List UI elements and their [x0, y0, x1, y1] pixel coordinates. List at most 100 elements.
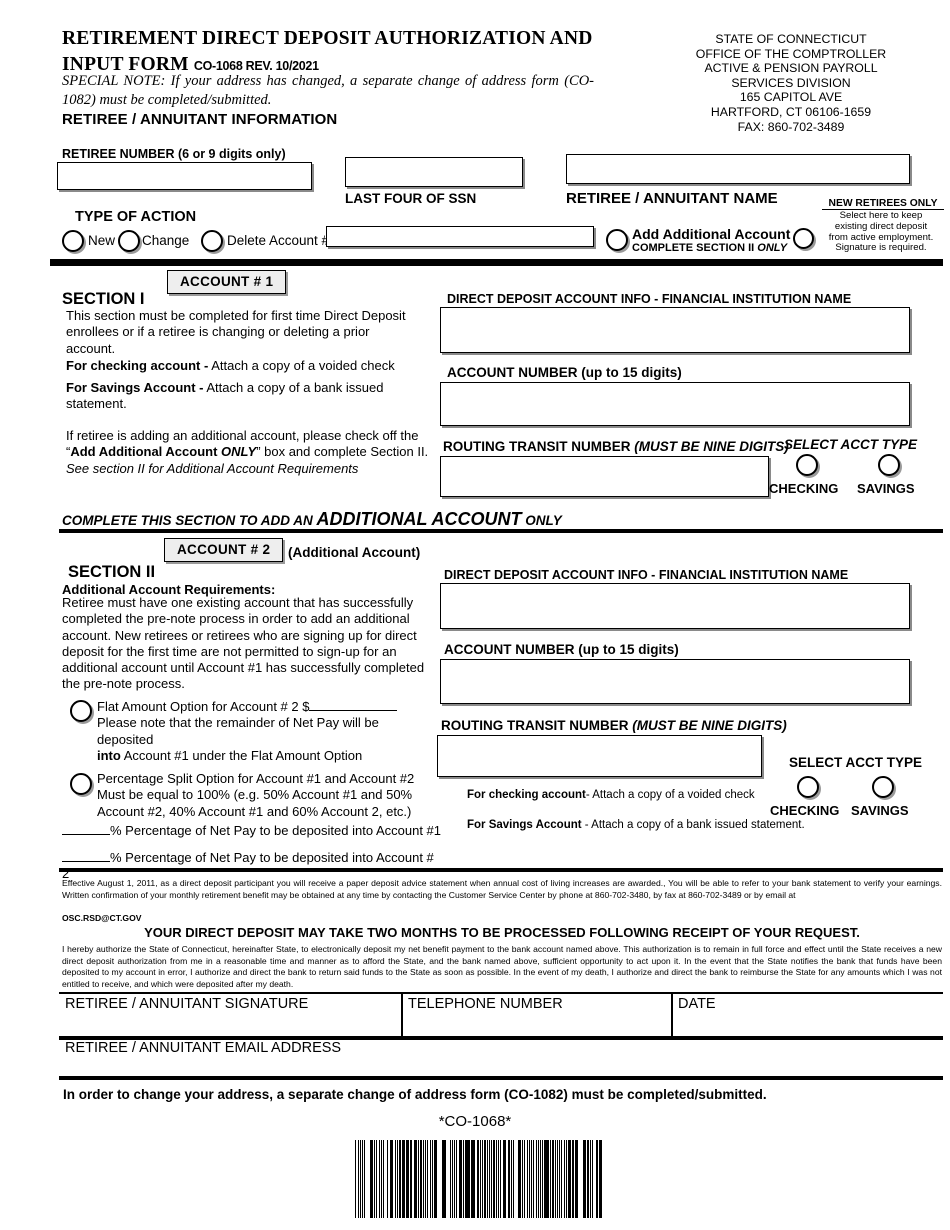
section-2-bank-name-input[interactable] [440, 583, 910, 629]
section-2-select-acct-type-label: SELECT ACCT TYPE [789, 755, 923, 770]
section-2-account-number-label: ACCOUNT NUMBER (up to 15 digits) [444, 642, 679, 657]
complete-section-ii-only: ONLY [757, 242, 788, 254]
percent-account-1-input[interactable] [62, 822, 110, 835]
section-1-p2-bold: Add Additional Account [70, 444, 222, 460]
section-1-routing-input[interactable] [440, 456, 769, 497]
flat-amount-option-radio[interactable] [70, 700, 92, 722]
new-retirees-only-text: Select here to keep existing direct depo… [812, 210, 950, 254]
effective-notice: Effective August 1, 2011, as a direct de… [62, 878, 942, 900]
section-2-savings-note: For Savings Account - Attach a copy of a… [467, 819, 805, 831]
action-label-change: Change [142, 233, 190, 248]
address-change-notice: In order to change your address, a separ… [63, 1087, 767, 1102]
section-1-checking-bold: For checking account - [66, 358, 209, 373]
divider-address-notice [59, 1076, 943, 1080]
new-retirees-line: existing direct deposit [834, 220, 928, 232]
action-radio-delete[interactable] [201, 230, 223, 252]
retiree-name-label: RETIREE / ANNUITANT NAME [566, 190, 778, 207]
percent-account-2-input[interactable] [62, 849, 110, 862]
section-2-checking-note: For checking account- Attach a copy of a… [467, 789, 755, 801]
percentage-split-line3: Account #2, 40% Account #1 and 60% Accou… [97, 803, 412, 819]
form-number: CO-1068 REV. 10/2021 [193, 59, 319, 73]
percentage-split-option-radio[interactable] [70, 773, 92, 795]
section-2-savings-bold: For Savings Account [467, 819, 582, 831]
section-1-routing-italic: (MUST BE NINE DIGITS) [634, 439, 789, 454]
new-retirees-only-radio[interactable] [793, 228, 814, 249]
retiree-name-input[interactable] [566, 154, 910, 184]
agency-address-line: STATE OF CONNECTICUT [715, 32, 867, 46]
section-1-paragraph-1: This section must be completed for first… [66, 308, 406, 356]
section-1-paragraph-2: If retiree is adding an additional accou… [66, 428, 438, 477]
percent-account-2-label: % Percentage of Net Pay to be deposited … [62, 850, 434, 882]
barcode-image [355, 1140, 603, 1218]
section-2-requirements-text: Retiree must have one existing account t… [62, 595, 425, 692]
agency-address-line: 165 CAPITOL AVE [739, 90, 843, 105]
section-1-savings-note: For Savings Account - Attach a copy of a… [66, 380, 426, 413]
section-1-bank-name-input[interactable] [440, 307, 910, 353]
section-2-routing-bold: ROUTING TRANSIT NUMBER [441, 718, 633, 733]
account-1-tag: ACCOUNT # 1 [167, 270, 287, 294]
agency-address-line: OFFICE OF THE COMPTROLLER [695, 46, 887, 61]
signature-input[interactable] [65, 1014, 395, 1036]
last-four-ssn-input[interactable] [345, 157, 523, 187]
section-2-savings-radio[interactable] [872, 776, 894, 798]
add-additional-account-radio[interactable] [606, 229, 628, 251]
section-1-p2-italic: See section II for Additional Account Re… [66, 460, 359, 476]
section-1-checking-radio[interactable] [796, 454, 818, 476]
section-2-bank-name-label: DIRECT DEPOSIT ACCOUNT INFO - FINANCIAL … [444, 568, 849, 582]
retiree-information-heading: RETIREE / ANNUITANT INFORMATION [62, 111, 338, 128]
flat-amount-line3-rest: Account #1 under the Flat Amount Option [120, 747, 363, 763]
telephone-label: TELEPHONE NUMBER [408, 996, 563, 1012]
add-additional-account-label: Add Additional Account [632, 226, 791, 242]
section-1-savings-label: SAVINGS [857, 481, 915, 496]
new-retirees-only-heading: NEW RETIREES ONLY [822, 198, 944, 210]
special-note: SPECIAL NOTE: If your address has change… [62, 73, 594, 108]
section-2-routing-input[interactable] [437, 735, 762, 777]
additional-account-note: (Additional Account) [288, 545, 421, 560]
section-1-p2-part2: ” box and complete Section II. [256, 444, 429, 460]
complete-section-ii-text: COMPLETE SECTION II [632, 242, 755, 254]
agency-address-line: ACTIVE & PENSION PAYROLL [704, 61, 878, 76]
section-1-p2-only: ONLY [221, 444, 257, 460]
section-1-heading: SECTION I [62, 290, 145, 308]
percent-account-1-label: % Percentage of Net Pay to be deposited … [110, 823, 441, 838]
additional-account-divider-text: COMPLETE THIS SECTION TO ADD AN ADDITION… [62, 509, 562, 530]
section-1-select-acct-type-label: SELECT ACCT TYPE [784, 437, 918, 452]
percentage-split-line2: Must be equal to 100% (e.g. 50% Account … [97, 787, 413, 803]
section-2-checking-radio[interactable] [797, 776, 819, 798]
telephone-input[interactable] [408, 1014, 658, 1036]
add-additional-account-sublabel: COMPLETE SECTION II ONLY [632, 242, 787, 254]
section-1-checking-rest: Attach a copy of a voided check [208, 358, 395, 373]
retiree-number-label: RETIREE NUMBER (6 or 9 digits only) [62, 147, 286, 161]
section-2-routing-label: ROUTING TRANSIT NUMBER (MUST BE NINE DIG… [441, 718, 787, 733]
signature-divider-2 [671, 992, 673, 1036]
signature-label: RETIREE / ANNUITANT SIGNATURE [65, 996, 309, 1012]
divider-big: ADDITIONAL ACCOUNT [316, 509, 522, 529]
retiree-number-input[interactable] [57, 162, 312, 190]
flat-amount-input[interactable] [309, 698, 398, 711]
date-label: DATE [678, 996, 716, 1012]
section-1-account-number-input[interactable] [440, 382, 910, 426]
type-of-action-heading: TYPE OF ACTION [75, 209, 197, 225]
section-2-heading: SECTION II [68, 563, 156, 581]
agency-address-line: SERVICES DIVISION [731, 75, 851, 90]
barcode-label: *CO-1068* [438, 1113, 512, 1130]
section-2-checking-label: CHECKING [770, 803, 840, 818]
action-radio-new[interactable] [62, 230, 84, 252]
section-2-account-number-input[interactable] [440, 659, 910, 704]
section-1-bank-name-label: DIRECT DEPOSIT ACCOUNT INFO - FINANCIAL … [447, 292, 852, 306]
divider-footer [59, 868, 943, 872]
agency-address-line: HARTFORD, CT 06106-1659 [710, 104, 872, 119]
action-radio-change[interactable] [118, 230, 140, 252]
section-2-savings-label: SAVINGS [851, 803, 909, 818]
divider-part1: COMPLETE THIS SECTION TO ADD AN [62, 513, 317, 528]
flat-amount-line1: Flat Amount Option for Account # 2 $ [97, 699, 310, 714]
section-1-savings-radio[interactable] [878, 454, 900, 476]
flat-amount-option-text: Flat Amount Option for Account # 2 $ Ple… [97, 698, 427, 764]
percentage-split-option-text: Percentage Split Option for Account #1 a… [97, 771, 437, 820]
divider-top [50, 259, 943, 266]
processing-warning: YOUR DIRECT DEPOSIT MAY TAKE TWO MONTHS … [144, 925, 860, 940]
section-2-routing-italic: (MUST BE NINE DIGITS) [632, 718, 787, 733]
account-2-tag: ACCOUNT # 2 [164, 538, 284, 562]
date-input[interactable] [678, 1014, 928, 1036]
delete-account-number-input[interactable] [326, 226, 594, 247]
